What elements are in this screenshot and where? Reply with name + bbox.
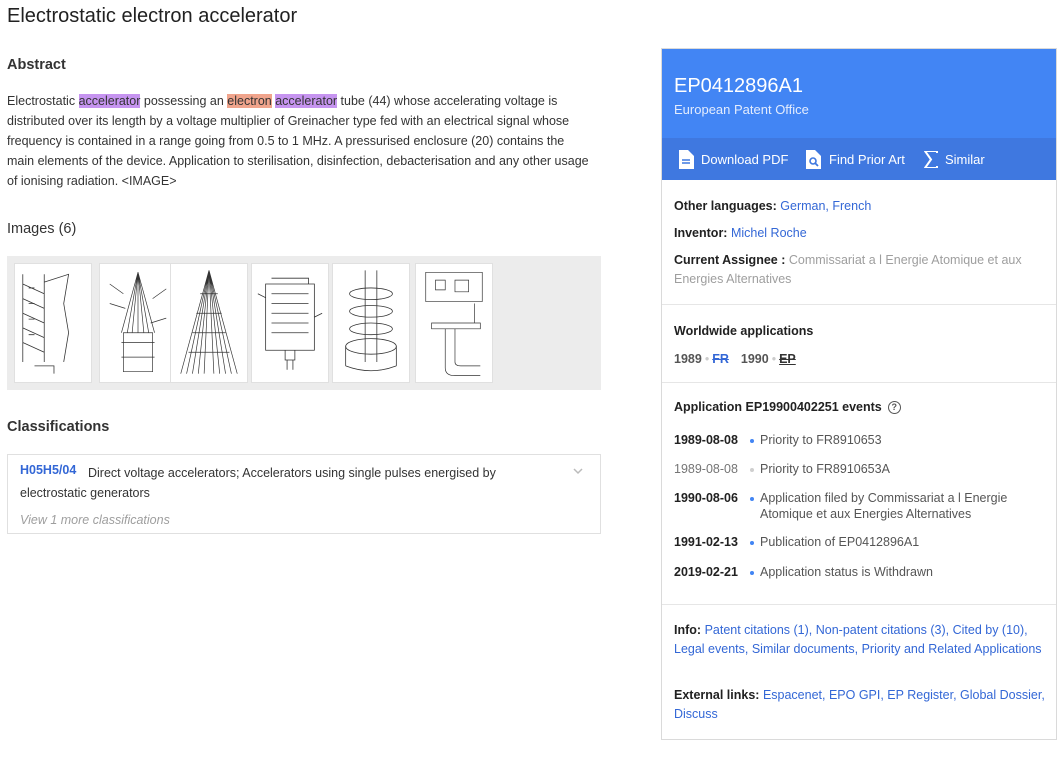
document-search-icon (806, 149, 821, 169)
image-gallery (7, 256, 601, 390)
event-text: Application filed by Commissariat a l En… (760, 491, 1008, 521)
event-date: 1990-08-06 (674, 491, 738, 505)
classification-code-link[interactable]: H05H5/04 (20, 463, 76, 477)
classification-description: Direct voltage accelerators; Accelerator… (20, 466, 496, 500)
abstract-fragment: tube (44) whose accelerating voltage is … (7, 94, 589, 188)
event-text: Priority to FR8910653A (760, 462, 890, 476)
events-heading-text: Application EP19900402251 events (674, 400, 882, 414)
find-prior-art-button[interactable]: Find Prior Art (805, 138, 905, 180)
event-date: 1989-08-08 (674, 433, 738, 447)
inventor-link[interactable]: Michel Roche (731, 226, 807, 240)
event-dot (750, 541, 754, 545)
country-ep[interactable]: EP (779, 352, 796, 366)
highlight-term: electron (227, 94, 272, 108)
classifications-heading: Classifications (7, 419, 110, 435)
document-icon (679, 149, 694, 169)
event-dot (750, 468, 754, 472)
application-year: 1989 (674, 352, 702, 366)
patent-office: European Patent Office (674, 102, 809, 117)
other-languages-label: Other languages: (674, 199, 777, 213)
panel-actions: Download PDF Find Prior Art Similar (662, 138, 1056, 180)
page-title: Electrostatic electron accelerator (7, 5, 298, 27)
help-icon[interactable]: ? (887, 400, 901, 414)
event-date: 1991-02-13 (674, 535, 738, 549)
info-links[interactable]: Patent citations (1), Non-patent citatio… (674, 623, 1042, 656)
highlight-term: accelerator (78, 94, 141, 108)
event-text: Application status is Withdrawn (760, 565, 933, 579)
event-dot (750, 439, 754, 443)
publication-number: EP0412896A1 (674, 75, 804, 97)
patent-drawing-thumbnail[interactable] (251, 263, 329, 383)
abstract-text: Electrostatic accelerator possessing an … (7, 91, 592, 191)
patent-drawing-thumbnail[interactable] (415, 263, 493, 383)
separator-dot: • (771, 352, 777, 366)
divider (662, 382, 1056, 383)
patent-drawing-thumbnail[interactable] (170, 263, 248, 383)
other-languages-row: Other languages: German, French (674, 197, 1049, 216)
images-heading: Images (6) (7, 221, 77, 237)
info-row: Info: Patent citations (1), Non-patent c… (674, 621, 1049, 659)
find-prior-art-label: Find Prior Art (829, 151, 905, 167)
inventor-label: Inventor: (674, 226, 728, 240)
download-pdf-label: Download PDF (701, 151, 789, 167)
sigma-icon (924, 150, 938, 168)
chevron-down-icon[interactable] (572, 465, 584, 477)
patent-drawing-thumbnail[interactable] (99, 263, 177, 383)
application-year: 1990 (740, 352, 769, 366)
similar-button[interactable]: Similar (924, 138, 985, 180)
abstract-fragment: possessing an (140, 94, 228, 108)
event-dot (750, 571, 754, 575)
separator-dot: • (704, 352, 710, 366)
event-text: Priority to FR8910653 (760, 433, 882, 447)
abstract-fragment: Electrostatic (7, 94, 79, 108)
assignee-label: Current Assignee : (674, 253, 786, 267)
inventor-row: Inventor: Michel Roche (674, 224, 1049, 243)
events-heading: Application EP19900402251 events? (674, 400, 901, 414)
divider (662, 604, 1056, 605)
patent-drawing-thumbnail[interactable] (332, 263, 410, 383)
classification-card: Direct voltage accelerators; Accelerator… (7, 454, 601, 534)
patent-info-panel: EP0412896A1 European Patent Office Downl… (661, 48, 1057, 740)
assignee-row: Current Assignee : Commissariat a l Ener… (674, 251, 1049, 289)
event-dot (750, 497, 754, 501)
download-pdf-button[interactable]: Download PDF (678, 138, 788, 180)
external-links-label: External links: (674, 688, 760, 702)
similar-label: Similar (945, 151, 985, 167)
country-link-fr[interactable]: FR (712, 352, 729, 366)
abstract-heading: Abstract (7, 57, 66, 73)
highlight-term: accelerator (275, 94, 338, 108)
panel-header: EP0412896A1 European Patent Office (662, 49, 1056, 138)
info-label: Info: (674, 623, 702, 637)
event-date: 2019-02-21 (674, 565, 738, 579)
event-date: 1989-08-08 (674, 462, 738, 476)
worldwide-applications: 1989 • FR 1990 • EP (674, 352, 796, 366)
external-links-row: External links: Espacenet, EPO GPI, EP R… (674, 686, 1049, 724)
divider (662, 304, 1056, 305)
other-languages-link[interactable]: German, French (780, 199, 871, 213)
patent-drawing-thumbnail[interactable] (14, 263, 92, 383)
view-more-classifications[interactable]: View 1 more classifications (20, 513, 170, 527)
event-text: Publication of EP0412896A1 (760, 535, 920, 549)
worldwide-heading: Worldwide applications (674, 324, 814, 338)
